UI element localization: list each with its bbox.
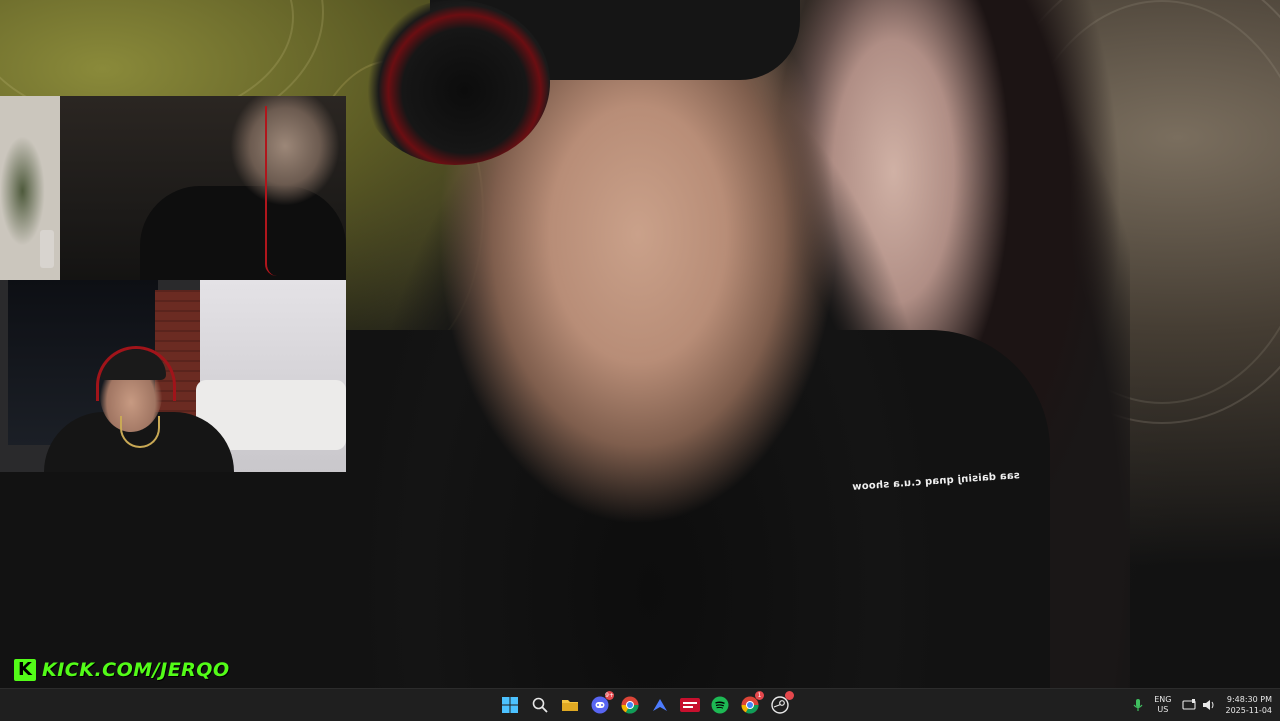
facecam-cable [265,106,277,276]
microphone-icon[interactable] [1132,698,1144,712]
video-headphone [360,0,550,165]
facecam-person-head [230,96,340,206]
language-code: ENG [1154,695,1172,704]
stream-video-area: saa daisinj qnaq c.u.a shoow K KICK.COM/… [0,0,1280,688]
kick-channel-banner: K KICK.COM/JERQO [14,657,230,683]
vpn-button[interactable] [648,693,672,717]
facecam-streamer [0,280,346,472]
clock-time: 9:48:30 PM [1226,695,1272,704]
steam-button[interactable] [768,691,794,717]
tray-icons [1181,699,1216,711]
chrome-profile-button[interactable]: 1 [738,691,764,717]
chrome-button[interactable] [618,693,642,717]
network-icon[interactable] [1181,699,1196,711]
spotify-button[interactable] [708,693,732,717]
folder-icon [562,700,578,711]
search-icon [532,697,548,713]
discord-badge: 9+ [605,691,614,700]
facecam-person-body [140,186,346,280]
windows-logo-icon [502,697,518,713]
spotify-icon [711,696,729,714]
taskbar: 9+ 1 ENG US 9:48:30 PM 2025-11-04 [0,688,1280,721]
language-indicator[interactable]: ENG US [1154,695,1171,715]
kick-channel-url: KICK.COM/JERQO [42,659,230,681]
chrome-profile-badge: 1 [755,691,764,700]
system-tray: ENG US 9:48:30 PM 2025-11-04 [1132,689,1272,721]
facecam-bottle [40,230,54,268]
kick-logo-icon: K [14,659,36,681]
tray-clock[interactable]: 9:48:30 PM 2025-11-04 [1226,694,1273,716]
red-app-icon [680,698,700,712]
clock-date: 2025-11-04 [1225,706,1273,715]
steam-badge [785,691,794,700]
capture-app-button[interactable] [678,693,702,717]
search-button[interactable] [528,693,552,717]
facecam-plant [0,136,45,246]
file-explorer-button[interactable] [558,693,582,717]
arrow-logo-icon [653,699,667,711]
facecam-top [0,96,346,280]
volume-icon[interactable] [1202,699,1216,711]
language-region: US [1157,705,1169,714]
chrome-icon [621,696,639,714]
taskbar-apps: 9+ 1 [498,691,794,717]
start-button[interactable] [498,693,522,717]
discord-button[interactable]: 9+ [588,691,614,717]
